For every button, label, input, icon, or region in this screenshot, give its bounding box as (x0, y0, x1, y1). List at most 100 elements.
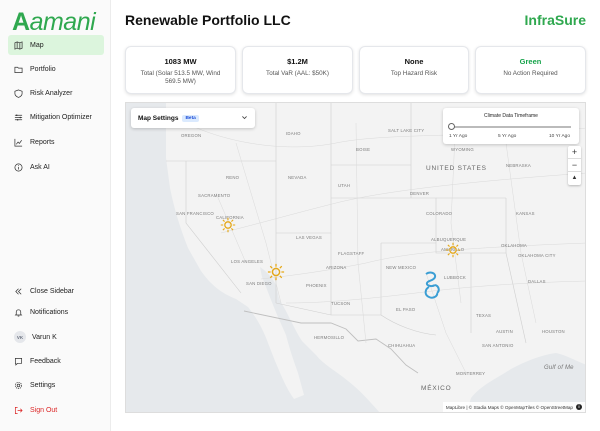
map-label-dallas: DALLAS (528, 279, 546, 284)
map-label-houston: HOUSTON (542, 329, 565, 334)
map-label-texas: TEXAS (476, 313, 492, 318)
map-label-san-antonio: SAN ANTONIO (482, 343, 514, 348)
map-label-flagstaff: FLAGSTAFF (338, 251, 365, 256)
map-label-phoenix: PHOENIX (306, 283, 327, 288)
sidebar: Aamani Map Portfolio Risk Analyzer Mitig… (0, 0, 111, 431)
map-label-austin: AUSTIN (496, 329, 513, 334)
zoom-out-button[interactable]: − (568, 159, 581, 172)
card-subtitle: Top Hazard Risk (390, 70, 438, 77)
map-label-wyoming: WYOMING (451, 147, 474, 152)
map-label-lubbock: LUBBOCK (444, 275, 466, 280)
map-label-oklahoma-city: OKLAHOMA CITY (518, 253, 556, 258)
timeframe-tick: 10 Yr Ago (549, 134, 570, 139)
map-settings-dropdown[interactable]: Map Settings Beta (131, 108, 255, 128)
folder-icon (14, 66, 23, 73)
sidebar-item-label: Ask AI (30, 163, 50, 171)
message-icon (14, 357, 23, 366)
card-value: 1083 MW (164, 57, 197, 66)
sidebar-item-ask-ai[interactable]: Ask AI (8, 157, 104, 177)
beta-badge: Beta (182, 114, 199, 122)
wind-site-marker[interactable] (422, 271, 442, 301)
line-chart-icon (14, 138, 23, 146)
info-icon[interactable]: i (576, 404, 582, 410)
user-name: Varun K (32, 333, 57, 341)
sidebar-item-risk-analyzer[interactable]: Risk Analyzer (8, 83, 104, 103)
sidebar-item-mitigation-optimizer[interactable]: Mitigation Optimizer (8, 107, 104, 127)
card-total-capacity: 1083 MW Total (Solar 513.5 MW, Wind 569.… (125, 46, 236, 94)
feedback-button[interactable]: Feedback (8, 351, 104, 371)
sidebar-item-label: Portfolio (30, 65, 56, 73)
map-label-oregon: OREGON (181, 133, 202, 138)
notifications-button[interactable]: Notifications (8, 302, 104, 322)
sidebar-item-label: Mitigation Optimizer (30, 113, 92, 121)
sidebar-item-label: Reports (30, 138, 55, 146)
map-label-los-angeles: LOS ANGELES (231, 259, 264, 264)
chevron-down-icon (242, 116, 247, 120)
settings-button[interactable]: Settings (8, 375, 104, 395)
timeframe-title: Climate Data Timeframe (484, 113, 538, 119)
solar-site-marker[interactable] (267, 263, 285, 281)
map-label-tucson: TUCSON (331, 301, 351, 306)
map-label-denver: DENVER (410, 191, 430, 196)
map-label-idaho: IDAHO (286, 131, 301, 136)
sidebar-item-label: Risk Analyzer (30, 89, 73, 97)
map-label-reno: RENO (226, 175, 240, 180)
info-circle-icon (14, 163, 23, 171)
zoom-in-button[interactable]: + (568, 146, 581, 159)
card-value: $1.2M (287, 57, 308, 66)
card-value: Green (519, 57, 542, 66)
sidebar-item-label: Map (30, 41, 44, 49)
close-sidebar-button[interactable]: Close Sidebar (8, 281, 104, 301)
logout-icon (14, 406, 23, 414)
map-label-nevada: NEVADA (288, 175, 307, 180)
card-subtitle: Total (Solar 513.5 MW, Wind 569.5 MW) (140, 70, 221, 85)
timeframe-slider-track[interactable] (451, 126, 571, 128)
map-attribution: MapLibre | © Stadia Maps © OpenMapTiles … (442, 402, 585, 412)
solar-site-marker[interactable] (220, 217, 236, 233)
timeframe-tick: 1 Yr Ago (449, 134, 468, 139)
brand-logo[interactable]: Aamani (12, 8, 96, 37)
card-subtitle: Total VaR (AAL: $50K) (266, 70, 329, 77)
brand-name: InfraSure (524, 12, 586, 28)
map-label-united-states: UNITED STATES (426, 165, 487, 172)
map-label-salt-lake-city: SALT LAKE CITY (388, 128, 425, 133)
sign-out-button[interactable]: Sign Out (8, 400, 104, 420)
map-label-monterrey: MONTERREY (456, 371, 486, 376)
sidebar-item-map[interactable]: Map (8, 35, 104, 55)
card-value: None (404, 57, 424, 66)
map-label-las-vegas: LAS VEGAS (296, 235, 322, 240)
map-label-nebraska: NEBRASKA (506, 163, 532, 168)
double-chevron-left-icon (15, 288, 22, 294)
avatar: VK (14, 331, 26, 343)
user-profile[interactable]: VK Varun K (8, 327, 104, 347)
map-label-boise: BOISE (356, 147, 371, 152)
solar-site-marker[interactable] (445, 242, 461, 258)
map-canvas[interactable]: SALT LAKE CITY OREGON IDAHO BOISE WYOMIN… (125, 102, 586, 413)
bell-icon (14, 308, 23, 317)
map-label-hermosillo: HERMOSILLO (314, 335, 345, 340)
map-label-colorado: COLORADO (426, 211, 453, 216)
zoom-controls: + − ▲ (568, 146, 581, 185)
map-label-chihuahua: CHIHUAHUA (388, 343, 416, 348)
timeframe-tick: 5 Yr Ago (498, 134, 517, 139)
timeframe-slider-handle[interactable] (448, 123, 455, 130)
card-status: Green No Action Required (475, 46, 586, 94)
card-subtitle: No Action Required (503, 70, 558, 77)
map-label-sacramento: SACRAMENTO (198, 193, 231, 198)
map-icon (14, 40, 23, 50)
map-label-oklahoma: OKLAHOMA (501, 243, 527, 248)
sidebar-item-reports[interactable]: Reports (8, 132, 104, 152)
reset-north-button[interactable]: ▲ (568, 172, 581, 185)
card-total-var: $1.2M Total VaR (AAL: $50K) (242, 46, 353, 94)
sliders-icon (14, 113, 23, 121)
map-label-arizona: ARIZONA (326, 265, 347, 270)
map-label-san-francisco: SAN FRANCISCO (176, 211, 214, 216)
page-title: Renewable Portfolio LLC (125, 12, 291, 28)
map-label-utah: UTAH (338, 183, 351, 188)
map-settings-label: Map Settings (138, 114, 179, 122)
climate-timeframe-panel: Climate Data Timeframe 1 Yr Ago 5 Yr Ago… (443, 108, 579, 144)
card-top-hazard: None Top Hazard Risk (359, 46, 469, 94)
sidebar-item-portfolio[interactable]: Portfolio (8, 59, 104, 79)
gear-icon (14, 381, 23, 389)
map-label-mexico: MÉXICO (421, 385, 452, 392)
